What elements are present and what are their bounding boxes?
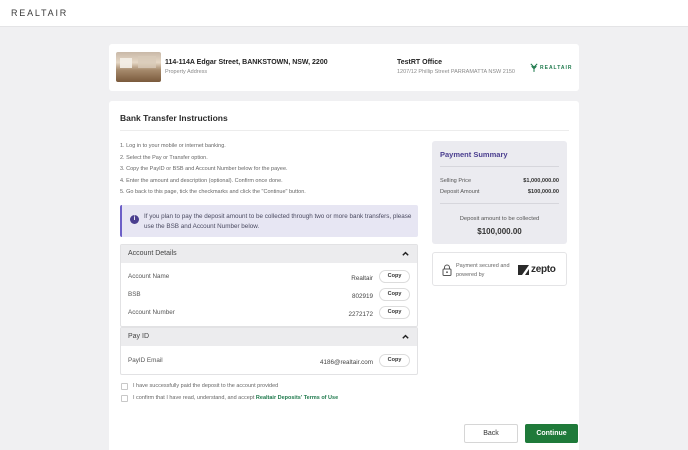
info-icon: i <box>130 215 139 224</box>
terms-of-use-link[interactable]: Realtair Deposits' Terms of Use <box>256 395 338 401</box>
copy-payid-button[interactable]: Copy <box>379 354 410 367</box>
property-address-caption: Property Address <box>165 69 208 75</box>
property-thumbnail <box>116 52 161 82</box>
deposit-amount-label: Deposit Amount <box>440 189 480 195</box>
terms-checkbox-label: I confirm that I have read, understand, … <box>133 395 338 401</box>
info-notice: i If you plan to pay the deposit amount … <box>120 205 418 237</box>
back-button[interactable]: Back <box>464 424 518 443</box>
selling-price-row: Selling Price $1,000,000.00 <box>440 178 559 184</box>
chevron-up-icon[interactable] <box>401 249 410 258</box>
pay-id-title: Pay ID <box>128 333 150 340</box>
payid-email-label: PayID Email <box>128 357 163 364</box>
agency-logo: REALTAIR <box>530 63 573 72</box>
lock-icon <box>442 264 452 276</box>
chevron-up-icon[interactable] <box>401 332 410 341</box>
notice-text: If you plan to pay the deposit amount to… <box>144 213 412 230</box>
account-number-row: Account Number 2272172 Copy <box>121 306 417 322</box>
zepto-logo: zepto <box>518 264 556 275</box>
copy-account-number-button[interactable]: Copy <box>379 306 410 319</box>
bsb-value: 802919 <box>351 293 373 300</box>
top-bar: REALTAIR <box>0 0 688 27</box>
paid-checkbox-label: I have successfully paid the deposit to … <box>133 383 279 389</box>
step-item: 1. Log in to your mobile or internet ban… <box>120 143 226 149</box>
zepto-mark-icon <box>518 264 529 275</box>
payment-summary: Payment Summary Selling Price $1,000,000… <box>432 141 567 244</box>
selling-price-value: $1,000,000.00 <box>523 178 559 184</box>
account-name-value: Realtair <box>351 275 373 282</box>
step-item: 3. Copy the PayID or BSB and Account Num… <box>120 166 288 173</box>
step-item: 5. Go back to this page, tick the checkm… <box>120 189 306 196</box>
collected-caption: Deposit amount to be collected <box>459 216 540 222</box>
account-details-title: Account Details <box>128 250 177 257</box>
copy-account-name-button[interactable]: Copy <box>379 270 410 283</box>
account-name-row: Account Name Realtair Copy <box>121 270 417 286</box>
step-item: 4. Enter the amount and description (opt… <box>120 177 283 184</box>
continue-button[interactable]: Continue <box>525 424 578 443</box>
account-details-section: Account Details Account Name Realtair Co… <box>120 244 418 327</box>
agency-logo-text: REALTAIR <box>540 64 573 71</box>
zepto-wordmark: zepto <box>531 264 556 275</box>
step-item: 2. Select the Pay or Transfer option. <box>120 154 208 161</box>
copy-bsb-button[interactable]: Copy <box>379 288 410 301</box>
property-card: 114-114A Edgar Street, BANKSTOWN, NSW, 2… <box>109 44 579 91</box>
deposit-amount-value: $100,000.00 <box>527 189 559 195</box>
property-address: 114-114A Edgar Street, BANKSTOWN, NSW, 2… <box>165 59 328 66</box>
deposit-amount-row: Deposit Amount $100,000.00 <box>440 189 559 195</box>
divider <box>440 166 559 167</box>
realtair-logo[interactable]: REALTAIR <box>11 8 68 18</box>
collected-total: $100,000.00 <box>477 227 522 236</box>
secured-text: Payment secured and powered by <box>456 263 510 278</box>
payid-email-value: 4186@realtair.com <box>320 359 373 366</box>
bsb-row: BSB 802919 Copy <box>121 288 417 304</box>
terms-checkbox[interactable] <box>121 395 128 402</box>
office-address: 1207/12 Phillip Street PARRAMATTA NSW 21… <box>397 69 515 75</box>
payment-secured-card: Payment secured and powered by zepto <box>432 252 567 286</box>
payid-email-row: PayID Email 4186@realtair.com Copy <box>121 354 417 370</box>
account-number-value: 2272172 <box>348 311 373 318</box>
divider <box>120 130 569 131</box>
account-name-label: Account Name <box>128 273 170 280</box>
terms-prefix: I confirm that I have read, understand, … <box>133 395 256 401</box>
pay-id-header[interactable]: Pay ID <box>121 328 417 346</box>
realtair-leaf-icon <box>530 63 538 72</box>
office-name: TestRT Office <box>397 59 442 66</box>
account-details-header[interactable]: Account Details <box>121 245 417 263</box>
page-title: Bank Transfer Instructions <box>120 113 228 123</box>
bsb-label: BSB <box>128 291 141 298</box>
divider <box>440 203 559 204</box>
summary-title: Payment Summary <box>440 150 508 159</box>
selling-price-label: Selling Price <box>440 178 472 184</box>
account-number-label: Account Number <box>128 309 175 316</box>
pay-id-section: Pay ID PayID Email 4186@realtair.com Cop… <box>120 327 418 375</box>
instruction-steps: 1. Log in to your mobile or internet ban… <box>120 141 306 199</box>
paid-checkbox[interactable] <box>121 383 128 390</box>
